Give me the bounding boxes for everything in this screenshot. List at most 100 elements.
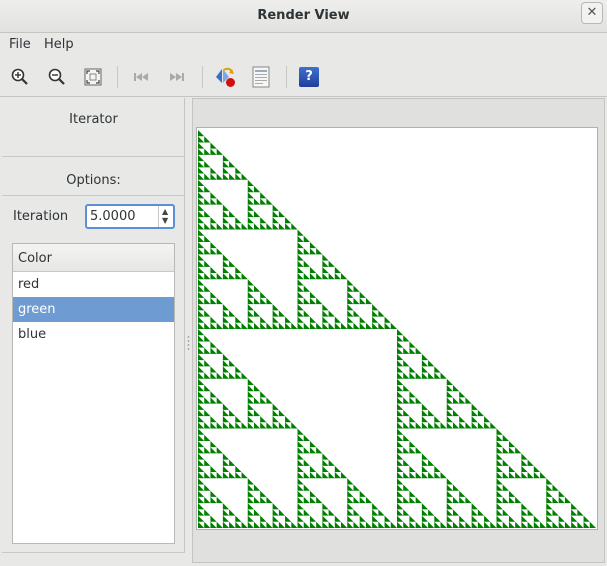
last-frame-button[interactable]	[165, 65, 189, 89]
fractal-triangle	[222, 210, 230, 218]
fractal-triangle	[440, 372, 447, 379]
close-button[interactable]: ✕	[581, 2, 603, 24]
list-header-color[interactable]: Color	[13, 244, 174, 272]
help-button[interactable]: ?	[297, 65, 321, 89]
fractal-triangle	[198, 472, 205, 479]
export-image-button[interactable]	[213, 65, 237, 89]
fractal-triangle	[421, 360, 429, 367]
fractal-triangle	[210, 297, 217, 305]
document-view-button[interactable]	[249, 65, 273, 89]
fractal-triangle	[527, 509, 534, 516]
fractal-triangle	[403, 496, 410, 504]
fractal-triangle	[198, 179, 205, 186]
splitter-handle[interactable]	[187, 335, 190, 351]
fractal-triangle	[222, 154, 230, 162]
fractal-triangle	[241, 521, 248, 528]
menu-file[interactable]: File	[9, 37, 31, 52]
fractal-triangle	[496, 484, 503, 491]
fractal-triangle	[378, 322, 385, 329]
fractal-triangle	[446, 521, 453, 528]
fractal-triangle	[198, 167, 205, 174]
color-list[interactable]: Color red green blue	[12, 243, 175, 544]
fractal-triangle	[303, 521, 310, 528]
fractal-triangle	[334, 521, 342, 528]
fractal-triangle	[540, 521, 547, 528]
fractal-triangle	[204, 297, 211, 305]
fractal-triangle	[204, 521, 211, 528]
fractal-triangle	[397, 478, 404, 485]
fractal-triangle	[508, 447, 516, 454]
list-item[interactable]: blue	[13, 322, 174, 347]
fractal-triangle	[297, 316, 304, 323]
fractal-triangle	[297, 490, 304, 497]
fractal-triangle	[198, 130, 205, 137]
iteration-value[interactable]: 5.0000	[90, 209, 136, 224]
fractal-triangle	[365, 322, 373, 329]
menu-help[interactable]: Help	[44, 37, 74, 52]
fractal-triangle	[198, 515, 205, 522]
fractal-triangle	[204, 447, 211, 454]
fractal-triangle	[198, 223, 205, 230]
fractal-triangle	[397, 521, 404, 528]
fractal-triangle	[415, 347, 422, 354]
fractal-triangle	[359, 316, 366, 323]
list-item[interactable]: green	[13, 297, 174, 322]
fractal-triangle	[322, 509, 329, 516]
fractal-triangle	[260, 198, 267, 205]
fractal-triangle	[210, 521, 217, 528]
fractal-triangle	[241, 322, 248, 329]
list-item[interactable]: red	[13, 272, 174, 297]
fractal-triangle	[409, 447, 416, 454]
divider	[2, 195, 185, 196]
fractal-triangle	[247, 316, 254, 323]
fractal-triangle	[322, 304, 329, 311]
fractal-triangle	[291, 223, 298, 230]
fractal-triangle	[409, 347, 416, 354]
fractal-triangle	[397, 434, 404, 441]
zoom-fit-button[interactable]	[81, 65, 105, 89]
fractal-triangle	[198, 503, 205, 510]
fractal-triangle	[216, 422, 223, 429]
fractal-triangle	[204, 472, 211, 479]
fractal-triangle	[204, 210, 211, 218]
fractal-triangle	[272, 210, 279, 218]
fractal-triangle	[247, 422, 254, 429]
fractal-triangle	[434, 521, 441, 528]
fractal-triangle	[409, 397, 416, 404]
fractal-triangle	[247, 304, 254, 311]
render-canvas[interactable]	[196, 127, 598, 530]
fractal-triangle	[571, 509, 578, 516]
fractal-triangle	[204, 335, 211, 342]
fractal-triangle	[266, 496, 273, 504]
fractal-triangle	[204, 322, 211, 329]
zoom-in-button[interactable]	[8, 65, 32, 89]
fractal-triangle	[365, 496, 373, 504]
fractal-triangle	[222, 322, 230, 329]
fractal-triangle	[247, 198, 254, 205]
fractal-triangle	[266, 223, 273, 230]
fractal-triangle	[446, 503, 453, 510]
fractal-triangle	[484, 515, 491, 522]
fractal-triangle	[471, 422, 478, 429]
fractal-triangle	[428, 459, 435, 466]
spin-up-icon[interactable]: ▲	[162, 208, 168, 216]
fractal-triangle	[198, 136, 205, 143]
fractal-triangle	[247, 403, 254, 410]
fractal-triangle	[309, 447, 317, 454]
fractal-triangle	[303, 285, 310, 292]
fractal-triangle	[229, 322, 236, 329]
fractal-triangle	[328, 509, 335, 516]
toolbar-separator	[286, 66, 287, 88]
iteration-spinbox[interactable]: 5.0000 ▲ ▼	[85, 204, 175, 229]
fractal-triangle	[397, 459, 404, 466]
fractal-triangle	[546, 503, 553, 510]
spin-down-icon[interactable]: ▼	[162, 217, 168, 225]
fractal-triangle	[210, 341, 217, 348]
help-icon: ?	[299, 67, 319, 87]
fractal-triangle	[210, 496, 217, 504]
fractal-triangle	[210, 372, 217, 379]
first-frame-button[interactable]	[129, 65, 153, 89]
fractal-triangle	[484, 416, 491, 423]
fractal-triangle	[285, 422, 292, 429]
zoom-out-button[interactable]	[45, 65, 69, 89]
